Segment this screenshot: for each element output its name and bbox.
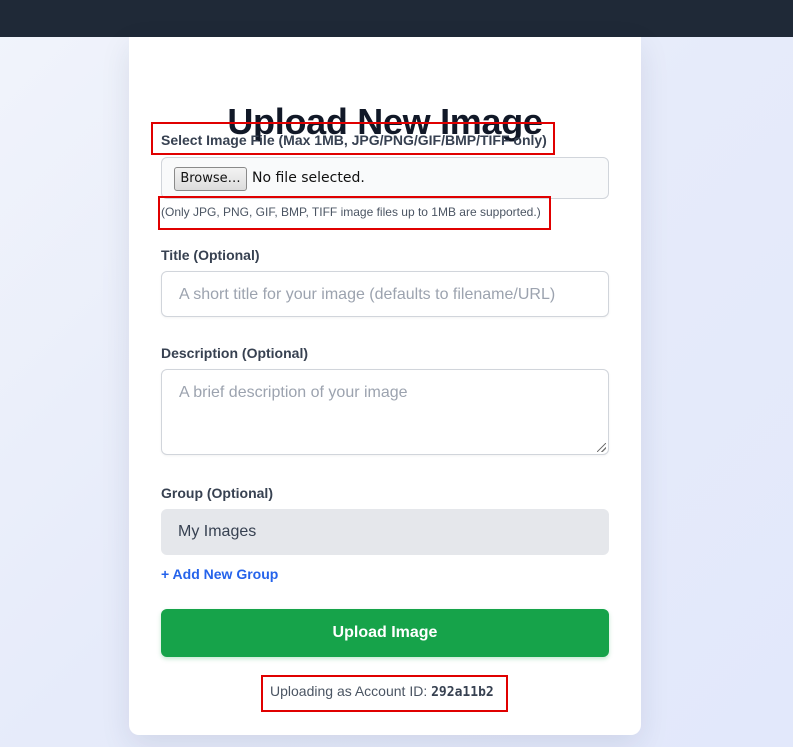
account-prefix: Uploading as Account ID: [270,683,428,699]
group-select[interactable]: My Images [161,509,609,555]
title-input[interactable]: A short title for your image (defaults t… [161,271,609,317]
account-info: Uploading as Account ID: 292a11b2 [270,683,494,700]
browse-button[interactable]: Browse… [174,167,247,191]
upload-form-card: Upload New Image Select Image File (Max … [129,37,641,735]
top-navbar [0,0,793,37]
file-input[interactable]: Browse… No file selected. [161,157,609,199]
description-textarea[interactable]: A brief description of your image [161,369,609,455]
title-field-label: Title (Optional) [161,247,260,263]
description-placeholder: A brief description of your image [179,384,408,401]
group-field-label: Group (Optional) [161,485,273,501]
resize-grip-icon[interactable] [597,443,606,452]
upload-image-button[interactable]: Upload Image [161,609,609,657]
add-new-group-link[interactable]: + Add New Group [161,566,278,582]
description-field-label: Description (Optional) [161,345,308,361]
file-hint: (Only JPG, PNG, GIF, BMP, TIFF image fil… [161,205,541,219]
file-field-label: Select Image File (Max 1MB, JPG/PNG/GIF/… [161,132,547,148]
account-id: 292a11b2 [431,685,494,700]
title-placeholder: A short title for your image (defaults t… [179,286,556,303]
file-status-text: No file selected. [252,170,365,186]
group-select-value: My Images [178,523,257,540]
